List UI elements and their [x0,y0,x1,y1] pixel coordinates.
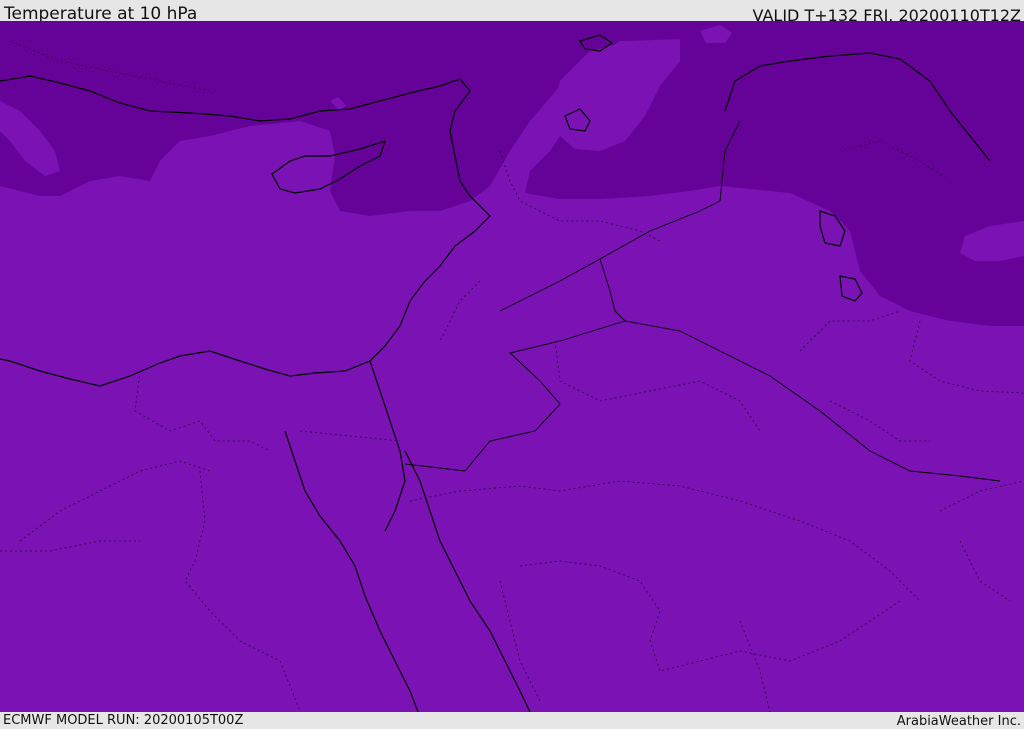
map-canvas [0,21,1024,712]
header-bar: Temperature at 10 hPa VALID T+132 FRI. 2… [0,0,1024,25]
model-run: ECMWF MODEL RUN: 20200105T00Z [3,713,244,728]
weather-map[interactable] [0,21,1024,712]
footer-bar: ECMWF MODEL RUN: 20200105T00Z ArabiaWeat… [0,712,1024,729]
credit: ArabiaWeather Inc. [896,714,1021,729]
